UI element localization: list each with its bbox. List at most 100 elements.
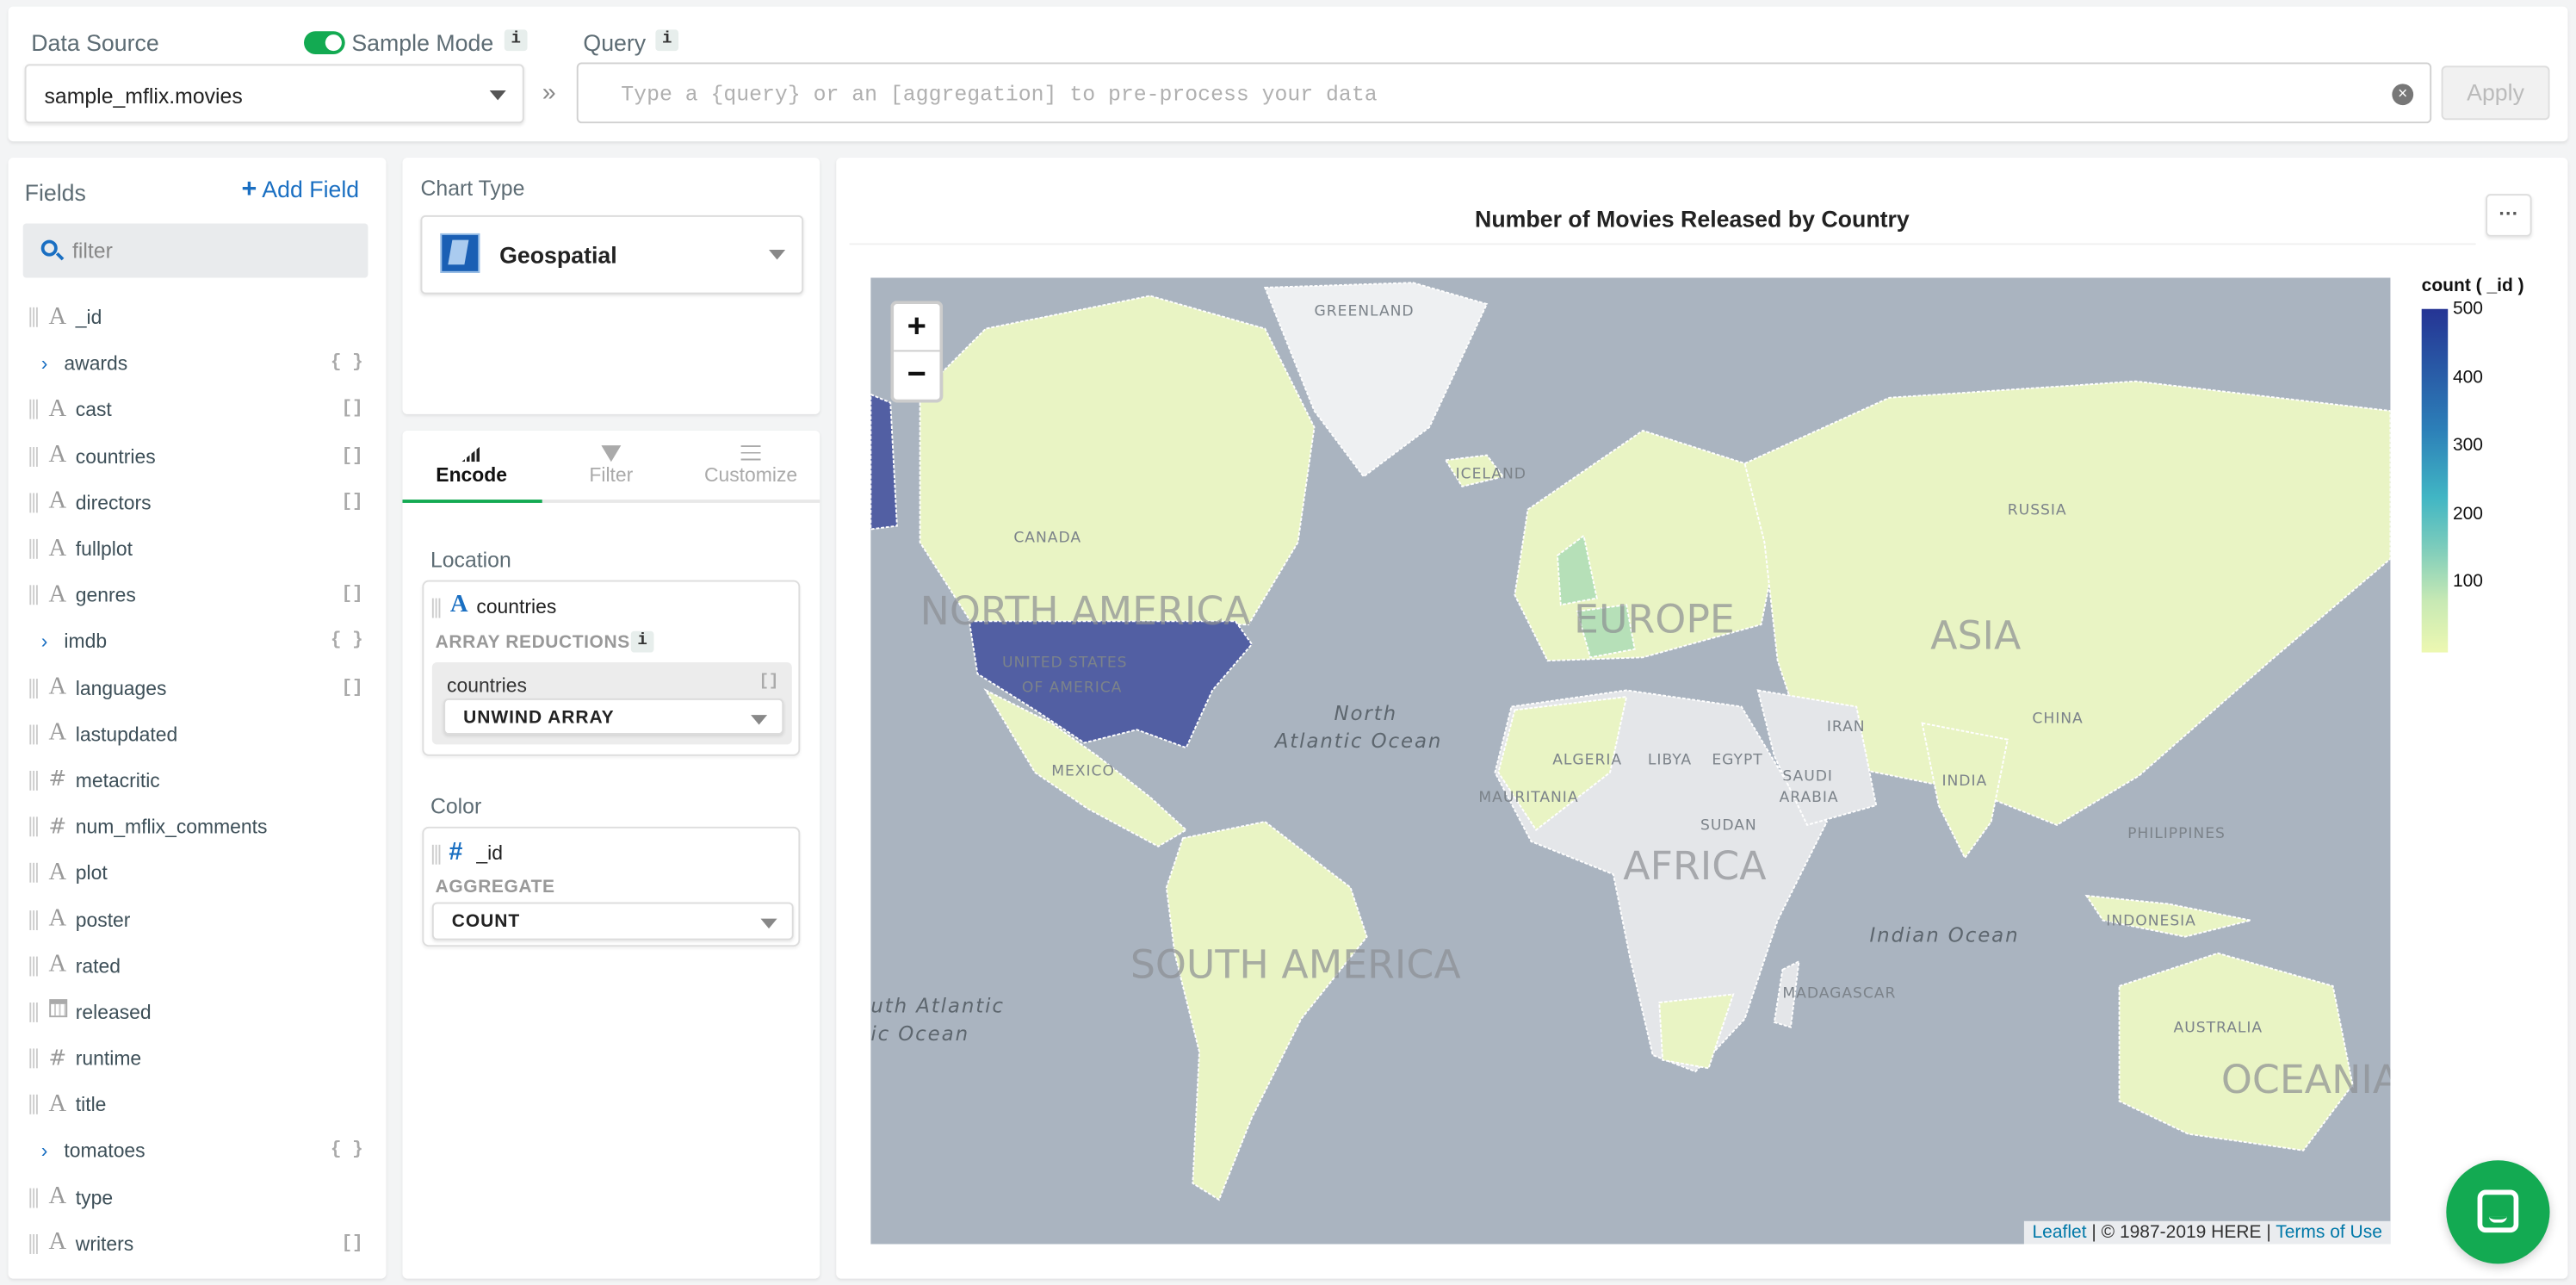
- drag-handle[interactable]: [29, 1095, 38, 1115]
- drag-handle[interactable]: [29, 307, 38, 327]
- field-item[interactable]: Acast []: [22, 387, 387, 433]
- query-placeholder: Type a {query} or an [aggregation] to pr…: [621, 82, 1378, 108]
- drag-handle[interactable]: [29, 1002, 38, 1022]
- country-canada[interactable]: [919, 295, 1316, 626]
- field-item[interactable]: Aposter: [22, 897, 387, 943]
- map-label-usa2: OF AMERICA: [1022, 679, 1122, 696]
- field-item[interactable]: released: [22, 989, 387, 1035]
- string-type-icon: A: [48, 395, 67, 423]
- zoom-out-button[interactable]: −: [894, 351, 939, 399]
- field-item[interactable]: # metacritic: [22, 757, 387, 804]
- field-item[interactable]: # runtime: [22, 1035, 387, 1082]
- clear-icon[interactable]: ×: [2392, 84, 2414, 106]
- map-label-usa1: UNITED STATES: [1002, 655, 1128, 672]
- field-item[interactable]: Afullplot: [22, 526, 387, 573]
- query-label: Query: [583, 29, 647, 56]
- chevron-right-icon[interactable]: ›: [41, 630, 58, 654]
- map-label-china: CHINA: [2032, 711, 2083, 728]
- drag-handle[interactable]: [29, 863, 38, 884]
- chevron-down-icon: [760, 918, 777, 929]
- data-source-select[interactable]: sample_mflix.movies: [24, 64, 524, 124]
- chevron-right-icon[interactable]: ›: [41, 1139, 58, 1163]
- country-south-america[interactable]: [1165, 821, 1368, 1201]
- drag-handle[interactable]: [29, 1233, 38, 1254]
- field-name: languages: [75, 676, 167, 700]
- drag-handle[interactable]: [29, 400, 38, 420]
- sample-mode-toggle[interactable]: [304, 31, 345, 54]
- field-item[interactable]: Alastupdated: [22, 711, 387, 758]
- drag-handle[interactable]: [29, 446, 38, 467]
- map-label-iceland: ICELAND: [1456, 465, 1526, 482]
- query-input[interactable]: Type a {query} or an [aggregation] to pr…: [576, 62, 2432, 124]
- terms-link[interactable]: Terms of Use: [2276, 1223, 2382, 1243]
- map-label-north-atlantic1: North: [1334, 703, 1397, 725]
- chevron-right-icon[interactable]: ›: [41, 352, 58, 376]
- aggregate-label: AGGREGATE: [435, 877, 555, 897]
- drag-handle[interactable]: [29, 816, 38, 837]
- object-type-icon: { }: [330, 1141, 363, 1162]
- field-item[interactable]: › awards { }: [22, 340, 387, 387]
- tab-encode[interactable]: Encode: [403, 431, 541, 500]
- drag-handle[interactable]: [29, 770, 38, 791]
- map[interactable]: GREENLAND ICELAND CANADA RUSSIA NORTH AMERIC…: [870, 277, 2391, 1245]
- drag-handle[interactable]: [431, 598, 441, 618]
- fields-filter-input[interactable]: filter: [22, 223, 368, 278]
- tab-filter[interactable]: Filter: [542, 431, 680, 500]
- field-item[interactable]: Awriters []: [22, 1220, 387, 1267]
- leaflet-link[interactable]: Leaflet: [2033, 1223, 2087, 1243]
- drag-handle[interactable]: [29, 956, 38, 976]
- title-divider: [849, 243, 2476, 245]
- map-label-iran: IRAN: [1827, 718, 1866, 736]
- field-item[interactable]: Agenres []: [22, 572, 387, 618]
- drag-handle[interactable]: [29, 1187, 38, 1207]
- country-australia[interactable]: [2118, 952, 2354, 1152]
- fields-title: Fields: [24, 178, 86, 206]
- field-item[interactable]: Alanguages []: [22, 665, 387, 711]
- drag-handle[interactable]: [29, 909, 38, 930]
- aggregate-select[interactable]: COUNT: [431, 902, 794, 940]
- drag-handle[interactable]: [29, 538, 38, 559]
- apply-button[interactable]: Apply: [2441, 65, 2550, 121]
- field-item[interactable]: Atitle: [22, 1082, 387, 1128]
- map-label-arabia: ARABIA: [1780, 789, 1839, 806]
- tab-customize[interactable]: Customize: [682, 431, 820, 500]
- number-type-icon: #: [448, 838, 462, 866]
- field-item[interactable]: Aplot: [22, 850, 387, 897]
- field-item[interactable]: › tomatoes { }: [22, 1128, 387, 1175]
- map-label-mexico: MEXICO: [1051, 763, 1115, 780]
- field-item[interactable]: › imdb { }: [22, 618, 387, 665]
- chart-type-select[interactable]: Geospatial: [420, 214, 804, 295]
- array-type-icon: []: [341, 446, 363, 467]
- field-item[interactable]: A _id: [22, 295, 387, 341]
- query-info-icon[interactable]: i: [655, 29, 679, 52]
- drag-handle[interactable]: [29, 493, 38, 513]
- reduction-select[interactable]: UNWIND ARRAY: [443, 698, 784, 735]
- country-india[interactable]: [1921, 722, 2009, 860]
- map-label-mauritania: MAURITANIA: [1478, 789, 1578, 806]
- expand-icon[interactable]: »: [542, 79, 556, 107]
- field-name: metacritic: [75, 768, 160, 792]
- map-label-south-america: SOUTH AMERICA: [1130, 940, 1461, 987]
- field-item[interactable]: Atype: [22, 1175, 387, 1221]
- field-item[interactable]: Acountries []: [22, 433, 387, 480]
- array-reductions-info-icon[interactable]: i: [630, 630, 654, 653]
- field-item[interactable]: Arated: [22, 943, 387, 990]
- drag-handle[interactable]: [29, 585, 38, 605]
- add-field-button[interactable]: + Add Field: [242, 176, 360, 205]
- sample-mode-label: Sample Mode: [351, 29, 494, 56]
- drag-handle[interactable]: [29, 724, 38, 744]
- geospatial-icon: [440, 233, 480, 273]
- chat-button[interactable]: [2446, 1160, 2550, 1264]
- country-alaska[interactable]: [870, 393, 898, 531]
- zoom-in-button[interactable]: +: [894, 304, 940, 352]
- drag-handle[interactable]: [29, 1048, 38, 1069]
- array-type-icon: []: [341, 400, 363, 420]
- drag-handle[interactable]: [431, 844, 441, 865]
- field-item[interactable]: Adirectors []: [22, 480, 387, 526]
- chart-menu-button[interactable]: ···: [2486, 194, 2532, 237]
- sample-mode-info-icon[interactable]: i: [504, 29, 528, 52]
- drag-handle[interactable]: [29, 678, 38, 698]
- field-item[interactable]: # num_mflix_comments: [22, 804, 387, 850]
- legend-title: count ( _id ): [2421, 276, 2524, 296]
- array-type-icon: []: [759, 674, 779, 692]
